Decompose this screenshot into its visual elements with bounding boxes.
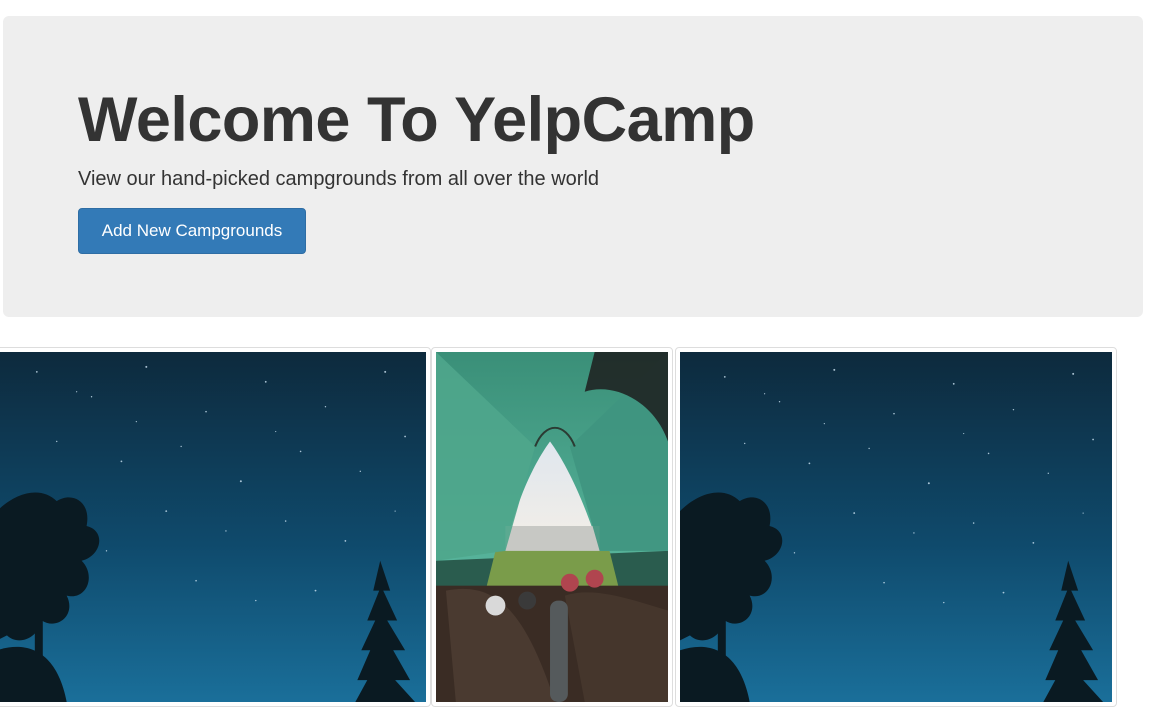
campground-card[interactable] (675, 347, 1117, 707)
add-new-campground-button[interactable]: Add New Campgrounds (78, 208, 306, 254)
jumbotron: Welcome To YelpCamp View our hand-picked… (3, 16, 1143, 317)
night-sky-illustration (0, 352, 426, 702)
tent-view-image[interactable] (436, 352, 668, 702)
campground-card[interactable] (0, 347, 431, 707)
tent-view-illustration (436, 352, 668, 702)
night-sky-trees-image[interactable] (0, 352, 426, 702)
page-title: Welcome To YelpCamp (78, 85, 755, 155)
page-subtitle: View our hand-picked campgrounds from al… (78, 168, 600, 190)
night-sky-trees-image[interactable] (680, 352, 1112, 702)
campground-card[interactable] (431, 347, 673, 707)
night-sky-illustration (680, 352, 1112, 702)
